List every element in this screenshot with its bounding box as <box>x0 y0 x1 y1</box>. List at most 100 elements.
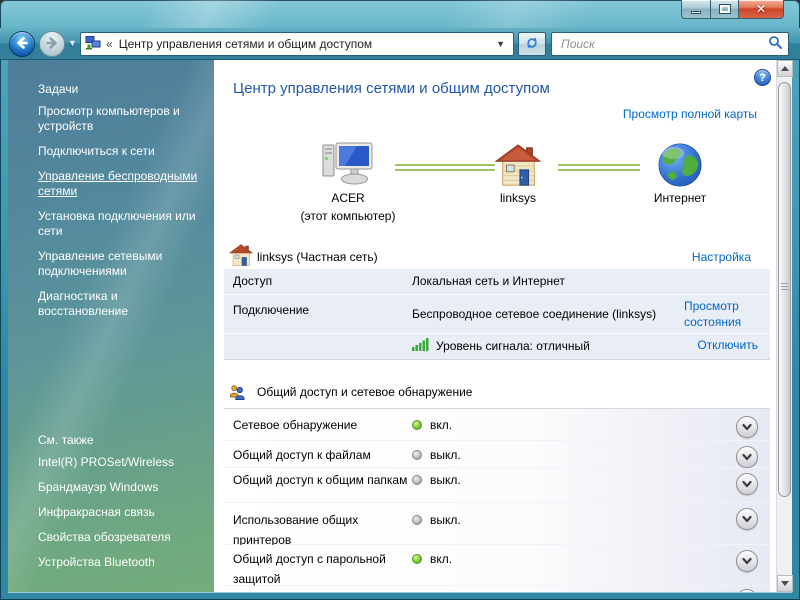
connection-label: Подключение <box>233 303 310 317</box>
network-name: linksys (Частная сеть) <box>257 250 378 264</box>
main-content: ? Центр управления сетями и общим доступ… <box>214 60 776 592</box>
help-icon[interactable]: ? <box>754 69 771 86</box>
status-text: вкл. <box>430 418 453 432</box>
address-bar[interactable]: « Центр управления сетями и общим доступ… <box>80 32 514 56</box>
row-label: Общий доступ с парольной защитой <box>233 552 386 586</box>
scroll-down-icon <box>781 581 789 586</box>
sharing-row-printer-sharing: Использование общих принтеров выкл. <box>224 503 770 547</box>
computer-icon[interactable] <box>300 136 396 188</box>
status-led-icon <box>412 420 422 430</box>
sidebar-item-intel-proset[interactable]: Intel(R) PROSet/Wireless <box>38 455 200 470</box>
view-status-link[interactable]: Просмотр состояния <box>684 298 758 330</box>
maximize-icon <box>718 4 731 14</box>
status-text: выкл. <box>430 448 461 462</box>
status-text: вкл. <box>430 552 453 566</box>
page-title: Центр управления сетями и общим доступом <box>233 80 550 97</box>
map-node-name: linksys <box>499 191 536 205</box>
sidebar-item-setup-connection[interactable]: Установка подключения или сети <box>38 209 200 239</box>
globe-icon[interactable] <box>632 136 728 188</box>
explorer-window: ✕ ▼ « Центр управления сетями и общим до… <box>0 0 800 600</box>
sidebar-item-internet-options[interactable]: Свойства обозревателя <box>38 530 200 545</box>
row-label: Общий доступ к файлам <box>233 448 371 462</box>
status-led-icon <box>412 554 422 564</box>
access-label: Доступ <box>233 274 273 288</box>
signal-bars-icon <box>412 337 430 354</box>
customize-link[interactable]: Настройка <box>692 250 751 264</box>
map-node-this-computer: ACER (этот компьютер) <box>300 136 396 224</box>
row-label: Использование общих принтеров <box>233 513 359 547</box>
sidebar-item-diagnose-repair[interactable]: Диагностика и восстановление <box>38 289 200 319</box>
forward-button[interactable] <box>39 31 65 57</box>
network-details-panel: Доступ Локальная сеть и Интернет Подключ… <box>224 269 770 360</box>
expand-chevron-button[interactable] <box>736 416 758 438</box>
status-led-icon <box>412 515 422 525</box>
sidebar-item-manage-connections[interactable]: Управление сетевыми подключениями <box>38 249 200 279</box>
disconnect-link[interactable]: Отключить <box>697 337 758 353</box>
task-sidebar: Задачи Просмотр компьютеров и устройств … <box>8 60 214 592</box>
row-label: Сетевое обнаружение <box>233 418 358 432</box>
close-button[interactable]: ✕ <box>739 0 784 19</box>
refresh-icon <box>524 35 540 54</box>
minimize-button[interactable] <box>681 0 710 19</box>
scroll-up-button[interactable] <box>777 60 793 77</box>
window-bottom-edge <box>8 592 792 593</box>
network-section-header: linksys (Частная сеть) Настройка <box>214 244 770 268</box>
network-center-icon <box>85 35 101 54</box>
see-also-header: См. также <box>38 433 94 447</box>
sidebar-item-manage-wireless[interactable]: Управление беспроводными сетями <box>38 169 200 199</box>
sharing-row-public-folder: Общий доступ к общим папкам выкл. <box>224 468 770 503</box>
search-input[interactable] <box>559 36 768 52</box>
search-icon[interactable] <box>768 35 783 53</box>
sidebar-item-bluetooth-devices[interactable]: Устройства Bluetooth <box>38 555 200 570</box>
access-row: Доступ Локальная сеть и Интернет <box>224 269 770 295</box>
sharing-section-title: Общий доступ и сетевое обнаружение <box>257 385 473 399</box>
expand-chevron-button[interactable] <box>736 508 758 530</box>
scroll-up-icon <box>781 66 789 71</box>
map-node-sub: (этот компьютер) <box>300 209 396 223</box>
map-node-internet: Интернет <box>632 136 728 206</box>
row-label: Общий доступ к общим папкам <box>233 473 408 487</box>
status-led-icon <box>412 450 422 460</box>
sharing-rows: Сетевое обнаружение вкл. Общий доступ к … <box>224 409 770 592</box>
scrollbar-thumb[interactable] <box>778 82 791 497</box>
expand-chevron-button[interactable] <box>736 550 758 572</box>
search-box[interactable] <box>551 32 789 56</box>
connection-row: Подключение Беспроводное сетевое соедине… <box>224 295 770 334</box>
signal-text: Уровень сигнала: отличный <box>436 338 590 353</box>
navigation-toolbar: ▼ « Центр управления сетями и общим дост… <box>0 28 800 60</box>
refresh-button[interactable] <box>518 32 546 56</box>
sharing-row-password-protected: Общий доступ с парольной защитой вкл. <box>224 545 770 586</box>
expand-chevron-button[interactable] <box>736 473 758 495</box>
breadcrumb-collapse-icon[interactable]: « <box>106 37 113 51</box>
back-arrow-icon <box>14 35 30 54</box>
vertical-scrollbar[interactable] <box>776 60 793 592</box>
sidebar-item-connect-to-network[interactable]: Подключиться к сети <box>38 144 200 159</box>
connection-value: Беспроводное сетевое соединение (linksys… <box>412 307 657 321</box>
sidebar-item-view-computers[interactable]: Просмотр компьютеров и устройств <box>38 104 200 134</box>
house-icon <box>228 244 254 270</box>
house-icon[interactable] <box>470 136 566 188</box>
sharing-row-file-sharing: Общий доступ к файлам выкл. <box>224 441 770 468</box>
sidebar-item-infrared[interactable]: Инфракрасная связь <box>38 505 200 520</box>
scroll-down-button[interactable] <box>777 575 793 592</box>
map-node-router: linksys <box>470 136 566 206</box>
breadcrumb[interactable]: Центр управления сетями и общим доступом <box>119 37 492 51</box>
map-connector <box>558 164 640 171</box>
sidebar-item-windows-firewall[interactable]: Брандмауэр Windows <box>38 480 200 495</box>
map-node-name: Интернет <box>653 191 707 205</box>
view-full-map-link[interactable]: Просмотр полной карты <box>623 107 757 121</box>
status-text: выкл. <box>430 473 461 487</box>
map-node-name: ACER <box>331 191 365 205</box>
forward-arrow-icon <box>44 35 60 54</box>
status-text: выкл. <box>430 513 461 527</box>
expand-chevron-button[interactable] <box>736 446 758 468</box>
address-dropdown-icon[interactable]: ▼ <box>492 39 509 49</box>
close-icon: ✕ <box>755 2 767 16</box>
access-value: Локальная сеть и Интернет <box>412 274 565 288</box>
maximize-button[interactable] <box>710 0 739 19</box>
sharing-users-icon <box>229 384 245 403</box>
recent-pages-dropdown[interactable]: ▼ <box>68 39 77 48</box>
status-led-icon <box>412 475 422 485</box>
caption-buttons: ✕ <box>681 0 784 19</box>
back-button[interactable] <box>9 31 35 57</box>
